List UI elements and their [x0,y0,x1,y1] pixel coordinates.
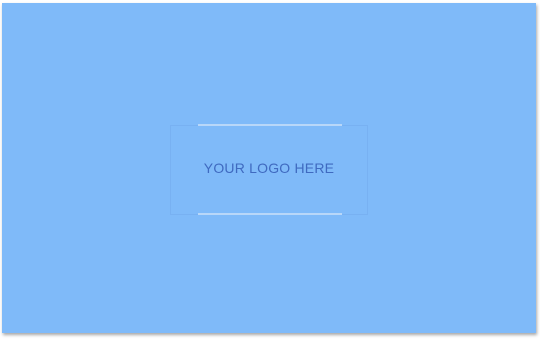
bottom-divider [198,213,342,215]
top-divider [198,124,342,126]
logo-placeholder-text: YOUR LOGO HERE [203,160,335,176]
logo-placeholder-card: YOUR LOGO HERE [2,3,536,333]
